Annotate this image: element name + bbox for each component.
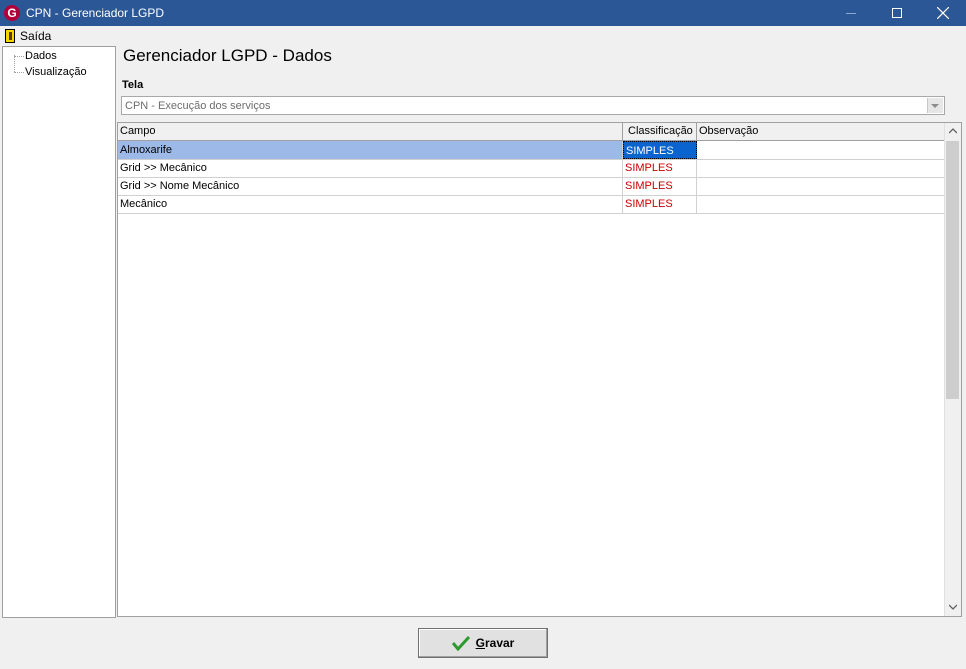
table-row[interactable]: Almoxarife SIMPLES <box>118 141 946 160</box>
table-row[interactable]: Mecânico SIMPLES <box>118 195 946 214</box>
close-button[interactable] <box>920 0 966 26</box>
cell-observacao[interactable] <box>697 141 946 159</box>
column-header-observacao[interactable]: Observação <box>697 123 946 140</box>
cell-campo[interactable]: Grid >> Mecânico <box>118 159 623 177</box>
cell-campo[interactable]: Grid >> Nome Mecânico <box>118 177 623 195</box>
page-title: Gerenciador LGPD - Dados <box>123 46 332 65</box>
cell-campo[interactable]: Mecânico <box>118 195 623 213</box>
tela-select[interactable]: CPN - Execução dos serviços <box>121 96 945 115</box>
cell-classificacao[interactable]: SIMPLES <box>623 141 697 159</box>
tela-label: Tela <box>122 79 144 91</box>
fields-grid: Campo Classificação Observação Almoxarif… <box>117 122 962 617</box>
menu-item-saida[interactable]: Saída <box>2 27 51 44</box>
cell-classificacao[interactable]: SIMPLES <box>623 159 697 177</box>
table-row[interactable]: Grid >> Nome Mecânico SIMPLES <box>118 177 946 196</box>
gravar-label-rest: ravar <box>484 636 515 650</box>
table-row[interactable]: Grid >> Mecânico SIMPLES <box>118 159 946 178</box>
menu-item-label: Saída <box>20 28 52 43</box>
gravar-accelerator: G <box>475 636 485 650</box>
cell-classificacao[interactable]: SIMPLES <box>623 177 697 195</box>
chevron-up-icon <box>949 128 957 134</box>
grid-header: Campo Classificação Observação <box>118 123 946 141</box>
close-icon <box>937 7 949 19</box>
column-header-classificacao[interactable]: Classificação <box>623 123 697 140</box>
scroll-down-button[interactable] <box>945 599 961 616</box>
menu-bar: Saída <box>0 26 966 45</box>
tree-item-visualizacao[interactable]: Visualização <box>14 65 87 79</box>
tree-item-label: Dados <box>25 50 57 62</box>
minimize-button[interactable] <box>828 0 874 26</box>
title-bar: G CPN - Gerenciador LGPD <box>0 0 966 26</box>
cell-observacao[interactable] <box>697 195 946 213</box>
cell-observacao[interactable] <box>697 159 946 177</box>
gravar-button-label: Gravar <box>476 636 515 650</box>
maximize-button[interactable] <box>874 0 920 26</box>
vertical-scrollbar[interactable] <box>944 123 961 616</box>
tela-select-value: CPN - Execução dos serviços <box>125 100 271 112</box>
window-title: CPN - Gerenciador LGPD <box>26 6 165 20</box>
column-header-campo[interactable]: Campo <box>118 123 623 140</box>
tree-connector <box>14 71 24 73</box>
cell-campo[interactable]: Almoxarife <box>118 141 623 159</box>
tree-item-dados[interactable]: Dados <box>14 49 57 63</box>
tree-connector <box>14 55 24 57</box>
cell-observacao[interactable] <box>697 177 946 195</box>
gravar-button[interactable]: Gravar <box>418 628 548 658</box>
tree-item-label: Visualização <box>25 66 87 78</box>
scroll-thumb[interactable] <box>946 141 959 399</box>
chevron-down-icon <box>949 604 957 610</box>
scroll-up-button[interactable] <box>945 123 961 140</box>
exit-door-icon <box>5 28 15 43</box>
cell-classificacao[interactable]: SIMPLES <box>623 195 697 213</box>
check-icon <box>451 635 470 651</box>
app-logo-icon: G <box>4 5 20 21</box>
navigation-tree: Dados Visualização <box>2 46 116 618</box>
chevron-down-icon[interactable] <box>927 98 943 113</box>
